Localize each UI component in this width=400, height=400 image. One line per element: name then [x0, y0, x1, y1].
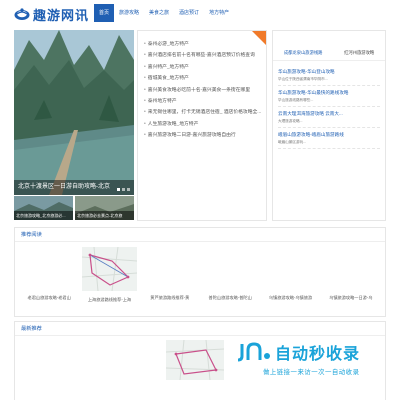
recommend-image[interactable]	[21, 247, 77, 291]
news-list: • 泰州必游_地方特产 • 嘉兴酒店排名前十名有哪些-嘉兴酒店预订价格查询 • 嘉兴特…	[138, 31, 266, 142]
watermark-main: 自动秒收录	[234, 340, 394, 364]
thumbnail-caption[interactable]: 北京旅游必去景点-北京旅	[75, 211, 134, 220]
recommend-image[interactable]	[323, 247, 379, 291]
bullet-icon: •	[144, 41, 146, 47]
watermark-logo-icon	[237, 342, 270, 362]
bullet-icon: •	[144, 75, 146, 82]
news-list-box: • 泰州必游_地方特产 • 嘉兴酒店排名前十名有哪些-嘉兴酒店预订价格查询 • 嘉兴特…	[137, 30, 267, 221]
sidebar-item[interactable]: 云南大理洱海旅游攻略 云南大... 大理旅游攻略...	[278, 107, 380, 128]
news-link[interactable]: 人生旅游攻略_地方特产	[148, 119, 199, 130]
recommend-label[interactable]: 乌镇旅游攻略一日游-乌	[321, 295, 381, 301]
news-link[interactable]: 泰州地方特产	[148, 96, 177, 107]
nav-item-hotel[interactable]: 酒店预订	[174, 4, 204, 22]
nav-item-specialty[interactable]: 地方特产	[204, 4, 234, 22]
sidebar-item-title[interactable]: 华山旅游攻略-华山登山攻略	[278, 69, 380, 75]
news-item[interactable]: • 来无锡住哪里，打卡无锡酒店住宿_ 酒店价格攻略全...	[144, 107, 262, 118]
sidebar-item[interactable]: 华山旅游攻略-华山登山攻略 华山位于陕西省渭南市华阴市...	[278, 65, 380, 86]
news-item[interactable]: • 嘉兴特产_地方特产	[144, 62, 262, 73]
recommend-label[interactable]: 乌镇旅游攻略-乌镇旅游	[260, 295, 320, 301]
sidebar-item-summary: 华山位于陕西省渭南市华阴市...	[278, 77, 328, 81]
main-nav: 首页 旅游攻略 美食之旅 酒店预订 地方特产	[94, 4, 234, 22]
bullet-icon: •	[144, 120, 146, 127]
news-link[interactable]: 来无锡住哪里，打卡无锡酒店住宿_ 酒店价格攻略全...	[148, 107, 262, 118]
sidebar-tab[interactable]: 红河州旅游攻略	[344, 50, 374, 56]
news-item[interactable]: • 泰州必游_地方特产	[144, 39, 262, 50]
thumbnail-item[interactable]: 北京旅游必去景点-北京旅	[75, 196, 134, 220]
slide-image	[14, 30, 134, 195]
sidebar-list: 华山旅游攻略-华山登山攻略 华山位于陕西省渭南市华阴市... 华山旅游攻略-华山…	[273, 61, 385, 149]
recommend-label[interactable]: 上海旅游路线推荐-上海	[79, 297, 139, 303]
sidebar-item-title[interactable]: 云南大理洱海旅游攻略 云南大...	[278, 111, 380, 117]
sidebar-item-summary: 峨眉山景区游玩...	[278, 140, 307, 144]
recommend-item[interactable]: 普陀山旅游攻略-普陀山	[200, 247, 260, 303]
site-name: 趣游网讯	[33, 8, 90, 24]
sidebar-item-summary: 华山旅游线路有哪些...	[278, 98, 314, 102]
news-item[interactable]: • 嘉兴旅游攻略二日游-嘉兴旅游攻略自由行	[144, 130, 262, 141]
sidebar-tabs: 成都龙泉山旅游线路 红河州旅游攻略	[273, 50, 385, 56]
nav-item-travel-guide[interactable]: 旅游攻略	[114, 4, 144, 22]
site-logo[interactable]: 趣游网讯	[14, 5, 90, 24]
sidebar-item[interactable]: 峨眉山旅游攻略-峨眉山旅游路线 峨眉山景区游玩...	[278, 128, 380, 149]
bullet-icon: •	[144, 63, 146, 70]
recommend-label[interactable]: 黄芦旅游路线推荐-黄	[140, 295, 200, 301]
nav-item-home[interactable]: 首页	[94, 4, 115, 22]
watermark-subtext: 做上链接一来访一次一自动收录	[263, 369, 360, 376]
thumbnail-caption[interactable]: 北京旅游攻略_北京旅游必...	[14, 211, 73, 220]
news-link[interactable]: 宿城美食_地方特产	[148, 73, 189, 84]
watermark: 自动秒收录 做上链接一来访一次一自动收录	[234, 340, 394, 380]
news-link[interactable]: 嘉兴美食攻略必吃前十名-嘉兴美食一条街在哪里	[148, 85, 250, 96]
news-item[interactable]: • 嘉兴酒店排名前十名有哪些-嘉兴酒店预订价格查询	[144, 50, 262, 61]
recommend-label[interactable]: 普陀山旅游攻略-普陀山	[200, 295, 260, 301]
hot-ribbon-icon	[252, 31, 266, 45]
slide-caption[interactable]: 北京十渡景区一日游自助攻略-北京	[14, 180, 134, 195]
header: 趣游网讯 首页 旅游攻略 美食之旅 酒店预订 地方特产	[0, 0, 400, 28]
recommend-section: 推荐阅读 老君山旅游攻略-老君山 上海旅游路线推荐-上海 黄芦旅游路线推荐-黄 …	[14, 227, 386, 317]
recommend-item[interactable]: 上海旅游路线推荐-上海	[79, 246, 139, 303]
news-item[interactable]: • 宿城美食_地方特产	[144, 73, 262, 84]
sidebar-tab[interactable]: 成都龙泉山旅游线路	[284, 50, 323, 56]
sidebar-box: 成都龙泉山旅游线路 红河州旅游攻略 华山旅游攻略-华山登山攻略 华山位于陕西省渭…	[272, 30, 386, 221]
recommend-item[interactable]: 老君山旅游攻略-老君山	[19, 247, 79, 303]
slide-dot[interactable]	[122, 188, 125, 191]
news-link[interactable]: 嘉兴特产_地方特产	[148, 62, 189, 73]
recommend-map-image[interactable]	[81, 246, 138, 292]
slide-dot[interactable]	[117, 188, 120, 191]
thumbnail-item[interactable]: 北京旅游攻略_北京旅游必...	[14, 196, 73, 220]
recommend-label[interactable]: 老君山旅游攻略-老君山	[19, 295, 79, 301]
bullet-icon: •	[144, 109, 146, 116]
news-link[interactable]: 嘉兴酒店排名前十名有哪些-嘉兴酒店预订价格查询	[148, 50, 255, 61]
featured-slider[interactable]: 北京十渡景区一日游自助攻略-北京	[14, 30, 134, 195]
news-item[interactable]: • 人生旅游攻略_地方特产	[144, 119, 262, 130]
sidebar-item[interactable]: 华山旅游攻略-华山最快的路线攻略 华山旅游线路有哪些...	[278, 86, 380, 107]
slider-thumbnails: 北京旅游攻略_北京旅游必... 北京旅游必去景点-北京旅	[14, 196, 134, 220]
bullet-icon: •	[144, 86, 146, 93]
recommend-title: 推荐阅读	[15, 228, 385, 242]
slide-dot[interactable]	[127, 188, 130, 191]
news-item[interactable]: • 泰州地方特产	[144, 96, 262, 107]
news-item[interactable]: • 嘉兴美食攻略必吃前十名-嘉兴美食一条街在哪里	[144, 85, 262, 96]
slide-dots	[117, 188, 130, 191]
recommend-grid: 老君山旅游攻略-老君山 上海旅游路线推荐-上海 黄芦旅游路线推荐-黄 普陀山旅游…	[15, 242, 385, 303]
recommend-image[interactable]	[142, 247, 198, 291]
latest-map-image[interactable]	[166, 340, 224, 380]
recommend-image[interactable]	[262, 247, 318, 291]
nav-item-food[interactable]: 美食之旅	[144, 4, 174, 22]
watermark-text: 自动秒收录	[275, 344, 361, 363]
logo-icon	[14, 8, 30, 20]
sidebar-item-title[interactable]: 华山旅游攻略-华山最快的路线攻略	[278, 90, 380, 96]
sidebar-item-summary: 大理旅游攻略...	[278, 119, 303, 123]
bullet-icon: •	[144, 132, 146, 139]
news-link[interactable]: 嘉兴旅游攻略二日游-嘉兴旅游攻略自由行	[148, 130, 236, 141]
bullet-icon: •	[144, 97, 146, 104]
recommend-item[interactable]: 黄芦旅游路线推荐-黄	[140, 247, 200, 303]
recommend-item[interactable]: 乌镇旅游攻略一日游-乌	[321, 247, 381, 303]
latest-title: 最新推荐	[15, 322, 385, 336]
sidebar-item-title[interactable]: 峨眉山旅游攻略-峨眉山旅游路线	[278, 132, 380, 138]
recommend-item[interactable]: 乌镇旅游攻略-乌镇旅游	[260, 247, 320, 303]
recommend-image[interactable]	[202, 247, 258, 291]
bullet-icon: •	[144, 52, 146, 59]
news-link[interactable]: 泰州必游_地方特产	[148, 39, 189, 50]
